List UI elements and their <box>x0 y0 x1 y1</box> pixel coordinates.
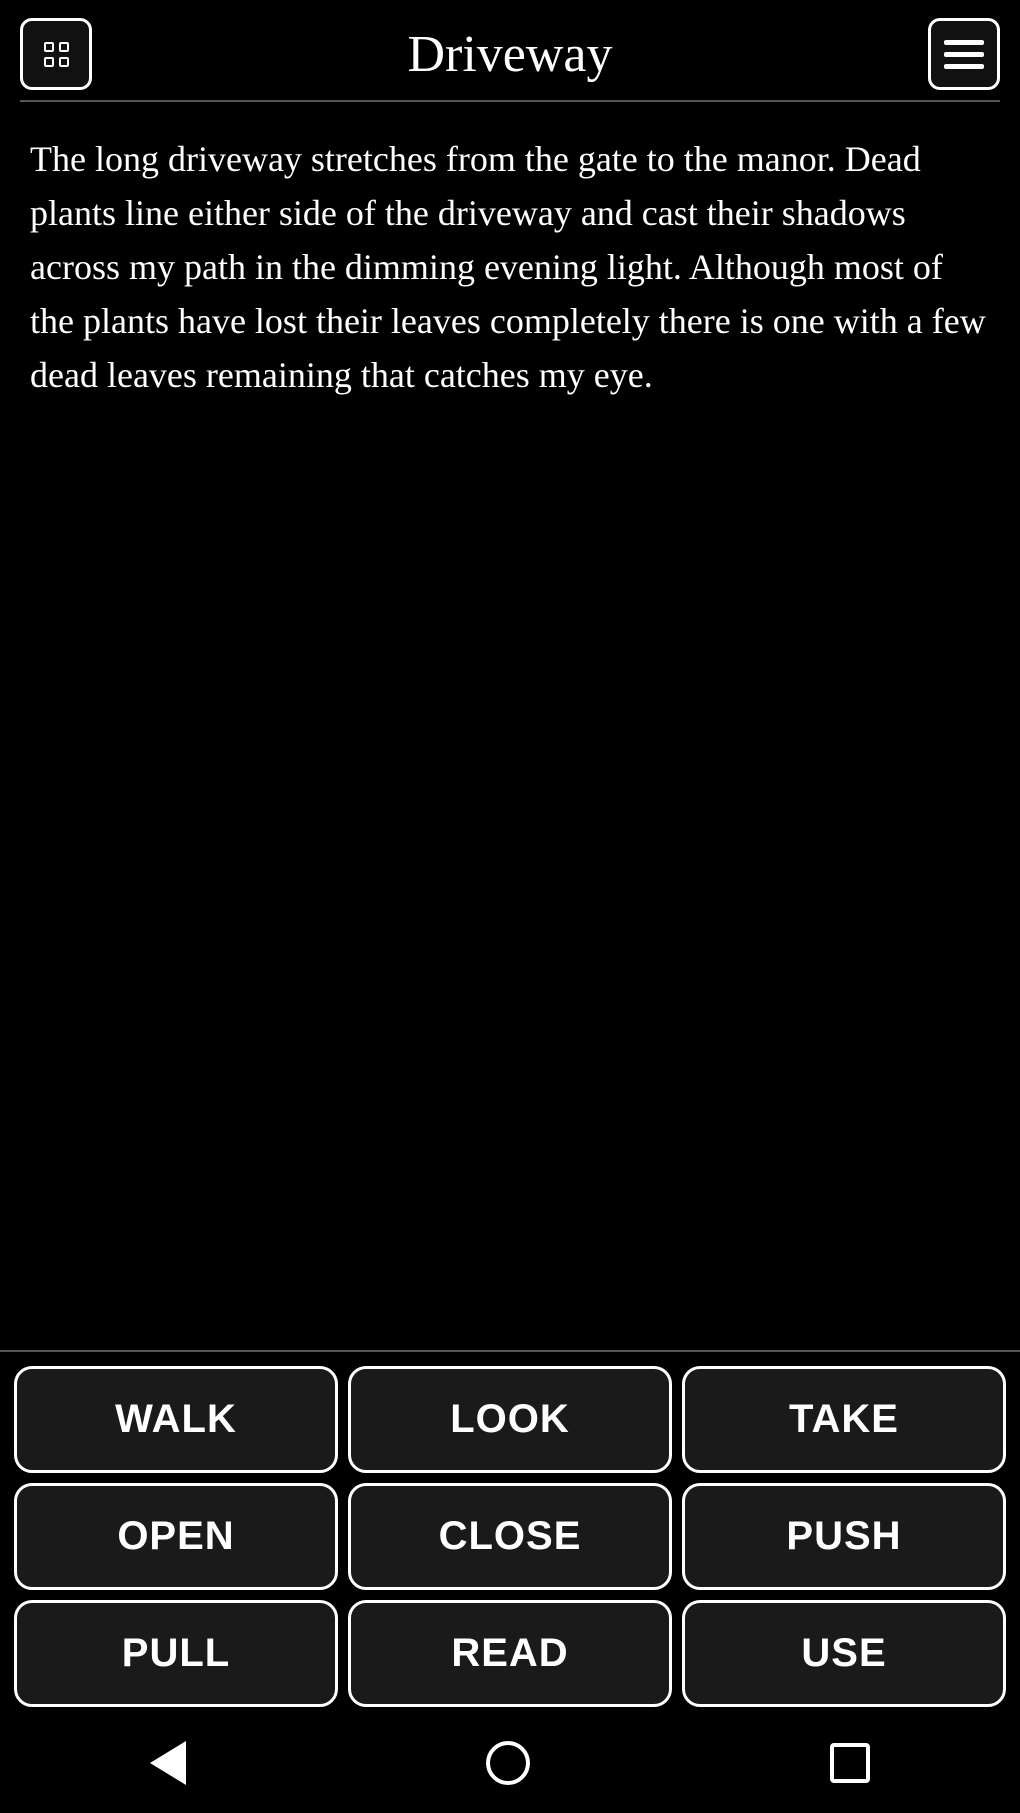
look-button[interactable]: LOOK <box>348 1366 672 1473</box>
open-button[interactable]: OPEN <box>14 1483 338 1590</box>
home-icon <box>486 1741 530 1785</box>
menu-button[interactable] <box>928 18 1000 90</box>
main-content: The long driveway stretches from the gat… <box>0 102 1020 1350</box>
nav-recent-button[interactable] <box>830 1743 870 1783</box>
read-button[interactable]: READ <box>348 1600 672 1707</box>
use-button[interactable]: USE <box>682 1600 1006 1707</box>
header: Driveway <box>0 0 1020 100</box>
menu-icon <box>944 40 984 69</box>
back-icon <box>150 1741 186 1785</box>
nav-home-button[interactable] <box>486 1741 530 1785</box>
walk-button[interactable]: WALK <box>14 1366 338 1473</box>
action-grid: WALK LOOK TAKE OPEN CLOSE PUSH PULL READ… <box>0 1352 1020 1721</box>
close-button[interactable]: CLOSE <box>348 1483 672 1590</box>
page-title: Driveway <box>92 25 928 84</box>
android-nav-bar <box>0 1721 1020 1813</box>
nav-back-button[interactable] <box>150 1741 186 1785</box>
scene-description: The long driveway stretches from the gat… <box>30 132 990 402</box>
game-controller-button[interactable] <box>20 18 92 90</box>
game-controller-icon <box>44 42 69 67</box>
take-button[interactable]: TAKE <box>682 1366 1006 1473</box>
pull-button[interactable]: PULL <box>14 1600 338 1707</box>
recent-icon <box>830 1743 870 1783</box>
push-button[interactable]: PUSH <box>682 1483 1006 1590</box>
